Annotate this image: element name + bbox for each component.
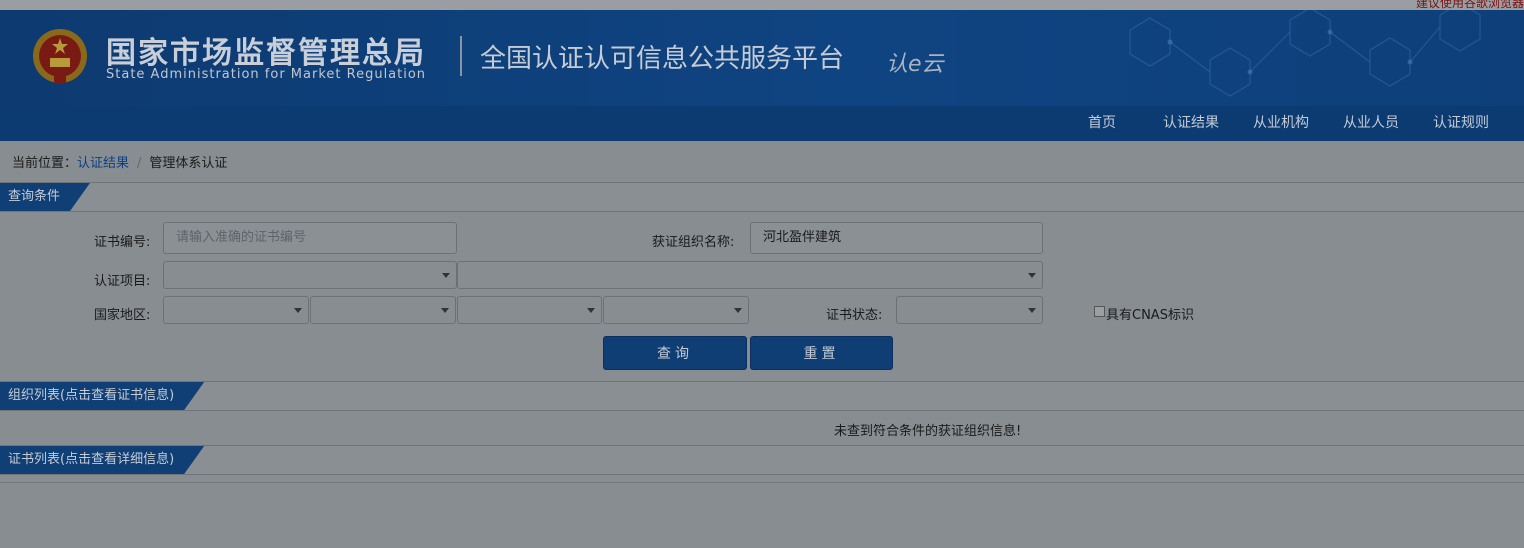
query-form: 证书编号: 请输入准确的证书编号 获证组织名称: 河北盈伴建筑 认证项目: 国家…	[0, 212, 1524, 376]
chevron-down-icon	[734, 308, 742, 313]
region-label: 国家地区:	[94, 308, 151, 323]
breadcrumb-prefix: 当前位置：	[12, 156, 78, 171]
chevron-down-icon	[294, 308, 302, 313]
cert-no-label: 证书编号:	[94, 235, 151, 250]
cnas-label: 具有CNAS标识	[1106, 308, 1194, 323]
hexagon-pattern-icon	[1129, 10, 1481, 97]
national-emblem-icon	[33, 29, 87, 84]
org-list-empty-row: 未查到符合条件的获证组织信息!	[0, 412, 1524, 444]
region-province-select[interactable]	[310, 296, 456, 324]
search-button[interactable]: 查询	[603, 336, 747, 370]
breadcrumb-separator: /	[137, 156, 142, 171]
platform-title: 全国认证认可信息公共服务平台	[480, 44, 845, 74]
nav-item-institutions[interactable]: 从业机构	[1253, 106, 1309, 141]
breadcrumb-bar: 当前位置：认证结果 / 管理体系认证	[0, 141, 1524, 182]
project-label: 认证项目:	[94, 274, 151, 289]
nav-item-rules[interactable]: 认证规则	[1433, 106, 1489, 141]
top-strip: 建议使用谷歌浏览器	[0, 0, 1524, 10]
cert-status-select[interactable]	[896, 296, 1043, 324]
breadcrumb-current: 管理体系认证	[149, 156, 228, 171]
region-city-select[interactable]	[457, 296, 602, 324]
breadcrumb: 当前位置：认证结果 / 管理体系认证	[12, 152, 227, 171]
nav-item-personnel[interactable]: 从业人员	[1343, 106, 1399, 141]
breadcrumb-link-cert-results[interactable]: 认证结果	[77, 156, 129, 171]
cert-no-input[interactable]: 请输入准确的证书编号	[163, 222, 457, 254]
chevron-down-icon	[442, 273, 450, 278]
org-list-section-title: 组织列表(点击查看证书信息)	[0, 382, 204, 410]
org-name-cn: 国家市场监督管理总局	[106, 36, 426, 71]
chevron-down-icon	[441, 308, 449, 313]
nav-item-home[interactable]: 首页	[1088, 106, 1116, 141]
chevron-down-icon	[587, 308, 595, 313]
query-section-title: 查询条件	[0, 183, 90, 211]
project-subcategory-select[interactable]	[457, 261, 1043, 289]
org-name-label: 获证组织名称:	[652, 235, 735, 250]
status-label: 证书状态:	[826, 308, 883, 323]
region-district-select[interactable]	[603, 296, 749, 324]
nav-item-cert-results[interactable]: 认证结果	[1163, 106, 1219, 141]
renyun-logo: 认e云	[886, 52, 944, 77]
reset-button[interactable]: 重置	[750, 336, 893, 370]
chevron-down-icon	[1028, 273, 1036, 278]
chevron-down-icon	[1028, 308, 1036, 313]
project-category-select[interactable]	[163, 261, 457, 289]
org-name-en: State Administration for Market Regulati…	[106, 67, 427, 82]
cert-list-section-header: 证书列表(点击查看详细信息)	[0, 445, 1524, 475]
page-footer-area	[0, 482, 1524, 548]
org-list-section-header: 组织列表(点击查看证书信息)	[0, 381, 1524, 411]
cert-list-section-title: 证书列表(点击查看详细信息)	[0, 446, 204, 474]
cnas-checkbox[interactable]	[1094, 306, 1105, 317]
org-name-input[interactable]: 河北盈伴建筑	[750, 222, 1043, 254]
query-section-header: 查询条件	[0, 182, 1524, 212]
header-divider	[460, 36, 462, 76]
region-country-select[interactable]	[163, 296, 309, 324]
main-nav: 首页 认证结果 从业机构 从业人员 认证规则	[0, 106, 1524, 141]
org-list-empty-message: 未查到符合条件的获证组织信息!	[834, 424, 1022, 439]
site-banner: 国家市场监督管理总局 State Administration for Mark…	[0, 10, 1524, 106]
